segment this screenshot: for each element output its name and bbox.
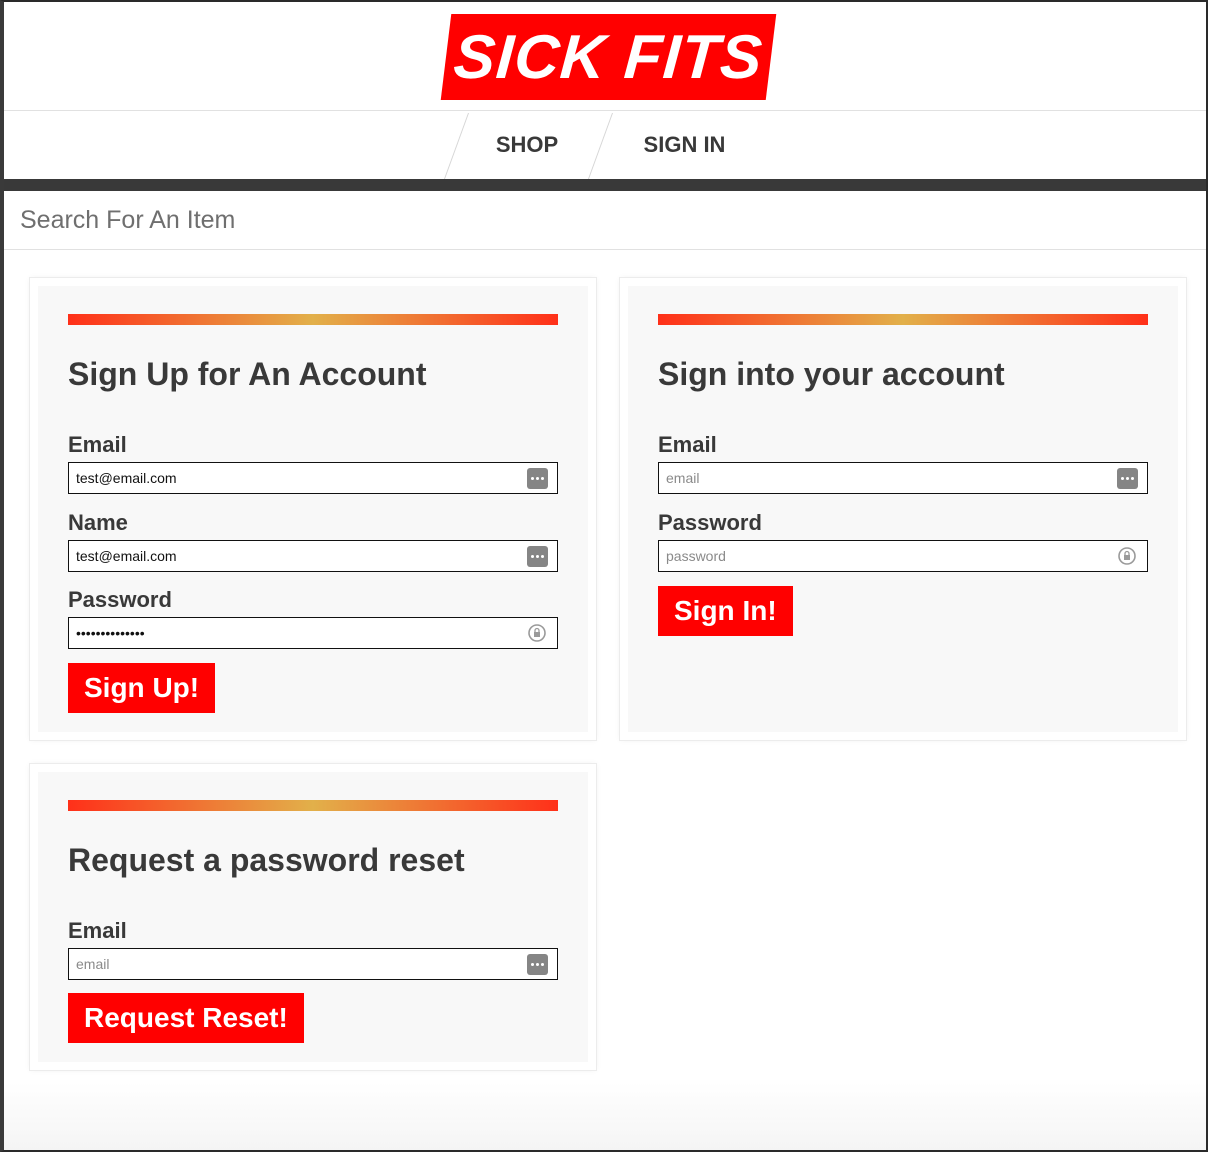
signup-name-input[interactable] [69, 541, 527, 571]
reset-email-field [68, 948, 558, 980]
signup-email-label: Email [68, 432, 127, 457]
card-accent-bar [658, 314, 1148, 325]
reset-email-input[interactable] [69, 949, 527, 979]
signup-password-input[interactable] [69, 618, 527, 648]
browser-viewport: SICK FITS SHOP SIGN IN Sign Up for An Ac… [0, 0, 1208, 1152]
signin-button[interactable]: Sign In! [658, 586, 793, 636]
card-accent-bar [68, 314, 558, 325]
signup-email-input[interactable] [69, 463, 527, 493]
signin-password-label: Password [658, 510, 762, 535]
password-lock-icon[interactable] [1117, 546, 1137, 566]
nav-signin-link[interactable]: SIGN IN [612, 111, 757, 179]
signup-password-label: Password [68, 587, 172, 612]
reset-card: Request a password reset Email Request R… [30, 764, 596, 1070]
reset-email-label: Email [68, 918, 127, 943]
card-accent-bar [68, 800, 558, 811]
password-lock-icon[interactable] [527, 623, 547, 643]
autofill-keychain-icon[interactable] [527, 467, 548, 489]
signup-card: Sign Up for An Account Email Name Passwo… [30, 278, 596, 740]
signup-password-field [68, 617, 558, 649]
signin-password-input[interactable] [659, 541, 1117, 571]
signin-email-input[interactable] [659, 463, 1117, 493]
signup-name-label: Name [68, 510, 128, 535]
logo-link[interactable]: SICK FITS [440, 14, 777, 100]
nav-divider [443, 113, 470, 179]
signup-name-field [68, 540, 558, 572]
reset-title: Request a password reset [68, 842, 465, 878]
signin-password-field [658, 540, 1148, 572]
header-bar [4, 179, 1206, 191]
nav-divider [587, 113, 614, 179]
signup-button[interactable]: Sign Up! [68, 663, 216, 713]
site-header: SICK FITS [4, 2, 1206, 111]
signin-title: Sign into your account [658, 356, 1005, 392]
logo-text: SICK FITS [451, 22, 766, 92]
request-reset-button[interactable]: Request Reset! [68, 993, 304, 1043]
nav-shop-link[interactable]: SHOP [467, 111, 587, 179]
autofill-keychain-icon[interactable] [1117, 467, 1138, 489]
search-bar [4, 191, 1206, 250]
autofill-keychain-icon[interactable] [527, 953, 548, 975]
autofill-keychain-icon[interactable] [527, 545, 548, 567]
signup-title: Sign Up for An Account [68, 356, 427, 392]
signin-email-label: Email [658, 432, 717, 457]
signin-card: Sign into your account Email Password Si… [620, 278, 1186, 740]
main-nav: SHOP SIGN IN [4, 111, 1206, 179]
signup-email-field [68, 462, 558, 494]
signin-email-field [658, 462, 1148, 494]
search-input[interactable] [18, 204, 1122, 236]
